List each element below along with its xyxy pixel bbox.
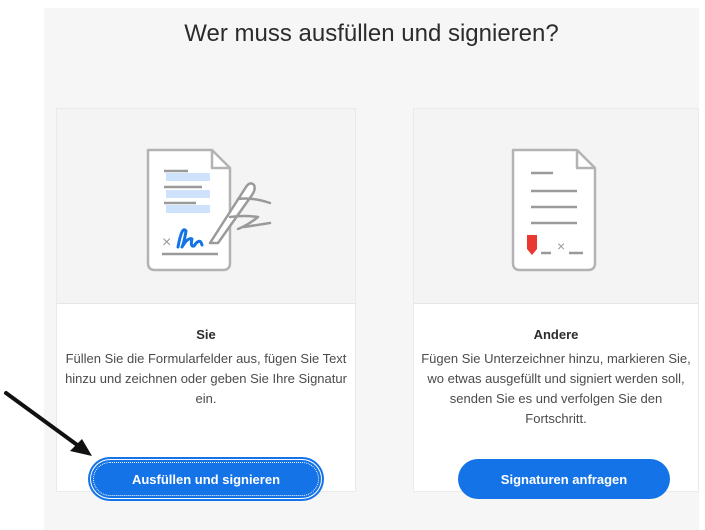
svg-text:×: × <box>162 234 171 251</box>
card-request-signatures: × Andere Fügen Sie Unterzeichner hinzu, … <box>413 108 699 499</box>
document-request-signature-icon: × <box>511 148 597 272</box>
card-heading: Andere <box>533 327 579 342</box>
page-title: Wer muss ausfüllen und signieren? <box>184 20 559 47</box>
card-description: Fügen Sie Unterzeichner hinzu, markieren… <box>421 351 691 426</box>
fill-and-sign-button[interactable]: Ausfüllen und signieren <box>90 459 322 499</box>
card-heading: Sie <box>196 327 216 342</box>
illustration-area: × <box>57 109 355 304</box>
request-signatures-button[interactable]: Signaturen anfragen <box>458 459 670 499</box>
svg-text:×: × <box>557 238 565 254</box>
pointer-arrow-icon <box>4 391 92 456</box>
illustration-area: × <box>414 109 698 304</box>
document-signing-hand-icon: × <box>146 148 272 272</box>
